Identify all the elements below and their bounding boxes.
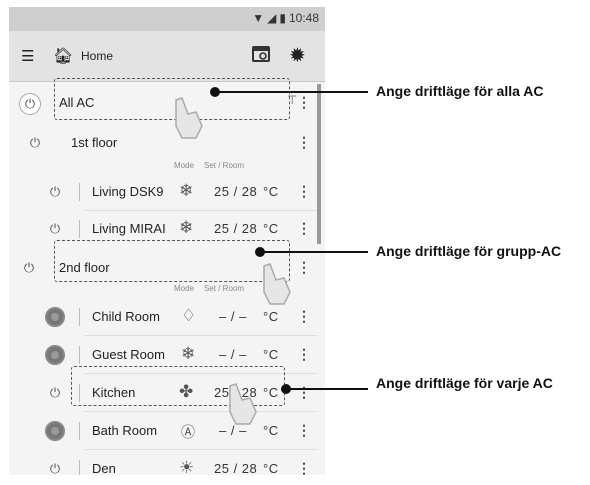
pointing-hand-icon [229,383,257,425]
mode-header: Mode [174,161,195,170]
unit: °C [263,423,279,438]
row-name: Living MIRAI [92,221,166,236]
callout-line [289,388,368,390]
more-options-icon[interactable]: ⋮ [297,460,311,475]
more-options-icon[interactable]: ⋮ [297,259,311,276]
pointing-hand-icon [175,97,203,139]
drop-icon: ♢ [181,306,197,325]
menu-icon[interactable]: ☰ [21,47,34,65]
more-options-icon[interactable]: ⋮ [297,134,311,151]
snowflake-icon: ❄ [179,218,194,237]
set-room-value: 25 / 28 [214,461,258,475]
highlight-group [54,240,290,282]
unit: °C [263,347,279,362]
unit: °C [263,221,279,236]
power-toggle[interactable]: ⏻ [19,258,39,278]
callout-line [218,91,368,93]
mode-header: Mode [174,284,195,293]
app-toolbar: ☰ 🏠︎ Home ✹ [9,31,325,82]
wifi-icon: ▼ [252,11,265,25]
callout-group-ac: Ange driftläge för grupp-AC [376,243,562,259]
power-toggle[interactable]: ⏻ [45,383,65,403]
power-toggle[interactable]: ⏻ [19,93,41,115]
callout-all-ac: Ange driftläge för alla AC [376,83,544,99]
more-options-icon[interactable]: ⋮ [297,346,311,363]
row-name: Den [92,461,116,475]
power-toggle[interactable] [45,345,65,365]
set-room-header: Set / Room [204,284,245,293]
row-name: Bath Room [92,423,158,438]
callout-each-ac: Ange driftläge för varje AC [376,375,553,391]
scrollbar[interactable] [317,84,321,244]
callout-line [263,251,368,253]
signal-icon: ◢ [267,11,277,25]
unit: °C [263,461,279,475]
pointing-hand-icon [263,263,291,305]
more-options-icon[interactable]: ⋮ [297,422,311,439]
set-room-value: 25 / 28 [214,221,258,236]
snowflake-icon: ❄ [181,344,196,363]
home-icon[interactable]: 🏠︎ [53,46,73,66]
row-name: Child Room [92,309,160,324]
schedule-icon[interactable] [252,44,270,67]
list-item-group[interactable]: ⏻ 1st floor ⋮ [9,124,317,162]
power-toggle[interactable] [45,421,65,441]
row-name: 1st floor [71,135,118,150]
battery-icon: ▮ [279,11,286,25]
set-room-value: – / – [219,309,247,324]
more-options-icon[interactable]: ⋮ [297,384,311,401]
list-item-ac[interactable]: ⏻ Living DSK9 ❄ 25 / 28 °C ⋮ [9,173,317,211]
unit: °C [263,184,279,199]
sun-icon: ☀ [179,458,195,475]
set-room-header: Set / Room [204,161,245,170]
page-title: Home [81,49,114,63]
power-toggle[interactable]: ⏻ [45,459,65,475]
row-name: Guest Room [92,347,165,362]
more-options-icon[interactable]: ⋮ [297,308,311,325]
set-room-value: – / – [219,347,247,362]
list-item-ac[interactable]: ⏻ Den ☀ 25 / 28 °C ⋮ [9,450,317,475]
power-toggle[interactable]: ⏻ [45,219,65,239]
more-options-icon[interactable]: ⋮ [297,94,311,111]
row-name: Living DSK9 [92,184,164,199]
list-item-ac[interactable]: Bath Room Ⓐ – / – °C ⋮ [9,412,317,450]
auto-icon: Ⓐ [181,424,195,440]
power-toggle[interactable] [45,307,65,327]
set-room-value: 25 / 28 [214,184,258,199]
status-time: 10:48 [288,11,319,25]
power-toggle[interactable]: ⏻ [45,182,65,202]
unit: °C [263,309,279,324]
power-toggle[interactable]: ⏻ [25,133,45,153]
more-options-icon[interactable]: ⋮ [297,220,311,237]
more-options-icon[interactable]: ⋮ [297,183,311,200]
gear-icon[interactable]: ✹ [289,43,306,68]
snowflake-icon: ❄ [179,181,194,200]
status-bar: ▼ ◢ ▮ 10:48 [9,7,325,31]
